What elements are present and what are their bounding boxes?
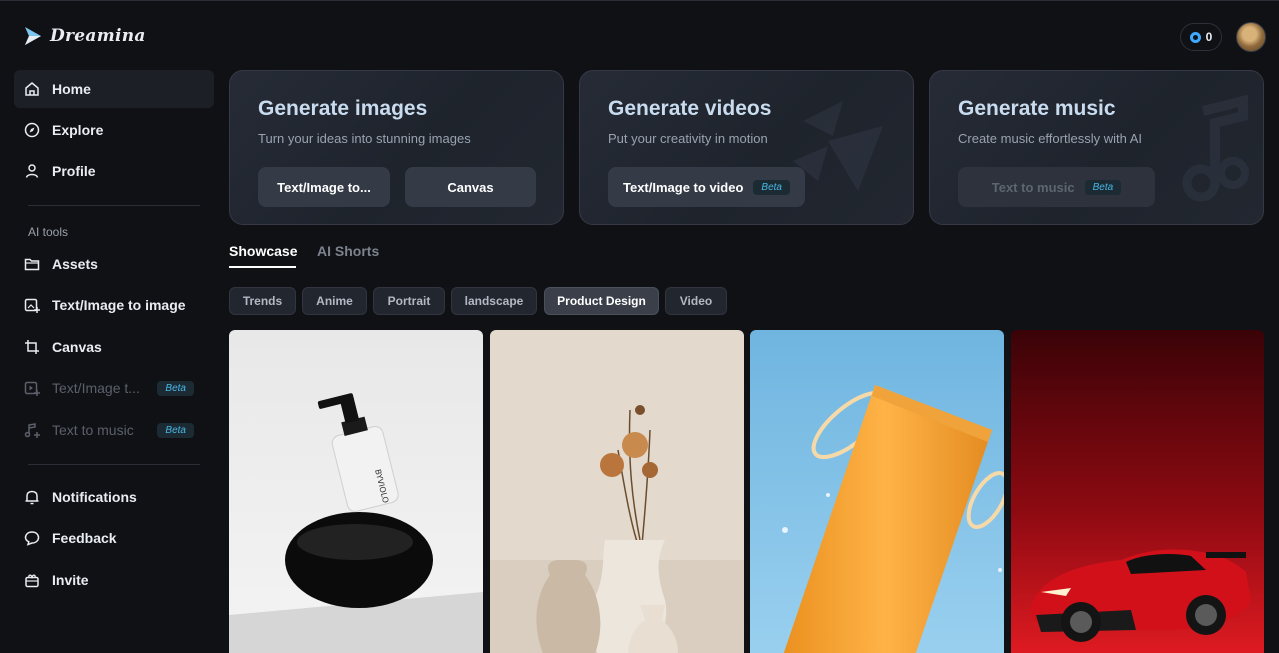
sidebar-item-label: Text/Image t...	[52, 380, 140, 396]
sidebar-item-label: Feedback	[52, 530, 117, 546]
card-title: Generate images	[258, 97, 428, 120]
sidebar-item-text-image-to-image[interactable]: Text/Image to image	[14, 286, 214, 324]
tube-image	[750, 330, 1004, 653]
beta-badge: Beta	[157, 422, 194, 438]
sidebar-item-explore[interactable]: Explore	[14, 111, 214, 149]
gallery-item-vases[interactable]	[490, 330, 744, 653]
dreamina-logo-icon	[25, 27, 41, 45]
text-image-to-video-button[interactable]: Text/Image to video Beta	[608, 167, 805, 207]
home-icon	[25, 82, 39, 96]
sidebar-item-label: Profile	[52, 163, 96, 179]
card-generate-music: Generate music Create music effortlessly…	[929, 70, 1264, 225]
sidebar-item-label: Invite	[52, 572, 89, 588]
chip-landscape[interactable]: landscape	[451, 287, 537, 315]
card-subtitle: Put your creativity in motion	[608, 131, 768, 146]
sidebar-item-label: Home	[52, 81, 91, 97]
chip-product-design[interactable]: Product Design	[544, 287, 659, 315]
chip-trends[interactable]: Trends	[229, 287, 296, 315]
sidebar-item-label: Text/Image to image	[52, 297, 186, 313]
sidebar-item-profile[interactable]: Profile	[14, 152, 214, 190]
card-subtitle: Create music effortlessly with AI	[958, 131, 1142, 146]
credits-count: 0	[1205, 30, 1213, 44]
sidebar-item-label: Notifications	[52, 489, 137, 505]
gallery-item-bottle[interactable]: BYVIOLO	[229, 330, 483, 653]
sports-car-image	[1011, 330, 1264, 653]
sidebar-item-label: Text to music	[52, 422, 134, 438]
canvas-button[interactable]: Canvas	[405, 167, 536, 207]
sidebar-item-canvas[interactable]: Canvas	[14, 328, 214, 366]
card-generate-images: Generate images Turn your ideas into stu…	[229, 70, 564, 225]
text-image-to-image-button[interactable]: Text/Image to...	[258, 167, 390, 207]
beta-badge: Beta	[753, 179, 790, 195]
sidebar-item-label: Canvas	[52, 339, 102, 355]
vases-image	[490, 330, 744, 653]
sidebar-item-text-image-to-video[interactable]: Text/Image t... Beta	[14, 369, 214, 407]
music-note-deco-icon	[1182, 94, 1249, 202]
beta-badge: Beta	[157, 380, 194, 396]
sidebar-item-assets[interactable]: Assets	[14, 245, 214, 283]
sidebar-item-text-to-music[interactable]: Text to music Beta	[14, 411, 214, 449]
beta-badge: Beta	[1084, 179, 1122, 195]
sidebar-item-notifications[interactable]: Notifications	[14, 478, 214, 516]
compass-icon	[24, 122, 40, 138]
sidebar-item-invite[interactable]: Invite	[14, 561, 214, 599]
sidebar-item-home[interactable]: Home	[14, 70, 214, 108]
chip-video[interactable]: Video	[665, 287, 727, 315]
chip-portrait[interactable]: Portrait	[373, 287, 445, 315]
card-generate-videos: Generate videos Put your creativity in m…	[579, 70, 914, 225]
credit-coin-icon	[1189, 31, 1201, 43]
dreamina-logo[interactable]: Dreamina	[22, 23, 146, 49]
card-subtitle: Turn your ideas into stunning images	[258, 131, 471, 146]
chat-icon	[24, 531, 40, 546]
tab-showcase[interactable]: Showcase	[229, 243, 297, 259]
video-plus-icon	[24, 381, 40, 396]
sidebar-divider	[28, 205, 200, 206]
section-label-ai-tools: AI tools	[28, 225, 69, 239]
credits-button[interactable]: 0	[1180, 23, 1222, 51]
button-label: Text/Image to video	[623, 179, 744, 195]
tab-ai-shorts[interactable]: AI Shorts	[317, 243, 379, 259]
gift-icon	[25, 574, 39, 588]
active-tab-indicator	[229, 266, 296, 268]
brand-name: Dreamina	[50, 26, 146, 46]
music-plus-icon	[24, 423, 40, 438]
user-icon	[25, 164, 39, 178]
image-plus-icon	[24, 298, 40, 313]
folder-icon	[24, 258, 40, 271]
gallery-item-tube[interactable]	[750, 330, 1004, 653]
sidebar-item-feedback[interactable]: Feedback	[14, 519, 214, 557]
card-title: Generate videos	[608, 97, 772, 120]
bell-icon	[25, 490, 39, 505]
card-title: Generate music	[958, 97, 1116, 120]
crop-icon	[25, 340, 39, 354]
sidebar-item-label: Explore	[52, 122, 104, 138]
sidebar-item-label: Assets	[52, 256, 98, 272]
bottle-image: BYVIOLO	[229, 330, 483, 653]
button-label: Text to music	[991, 179, 1075, 195]
sidebar-divider	[28, 464, 200, 465]
chip-anime[interactable]: Anime	[302, 287, 367, 315]
avatar[interactable]	[1236, 22, 1266, 52]
text-to-music-button[interactable]: Text to music Beta	[958, 167, 1155, 207]
gallery-item-sports-car[interactable]	[1011, 330, 1264, 653]
sidebar: Dreamina Home Explore Profile AI tools A…	[0, 1, 228, 653]
